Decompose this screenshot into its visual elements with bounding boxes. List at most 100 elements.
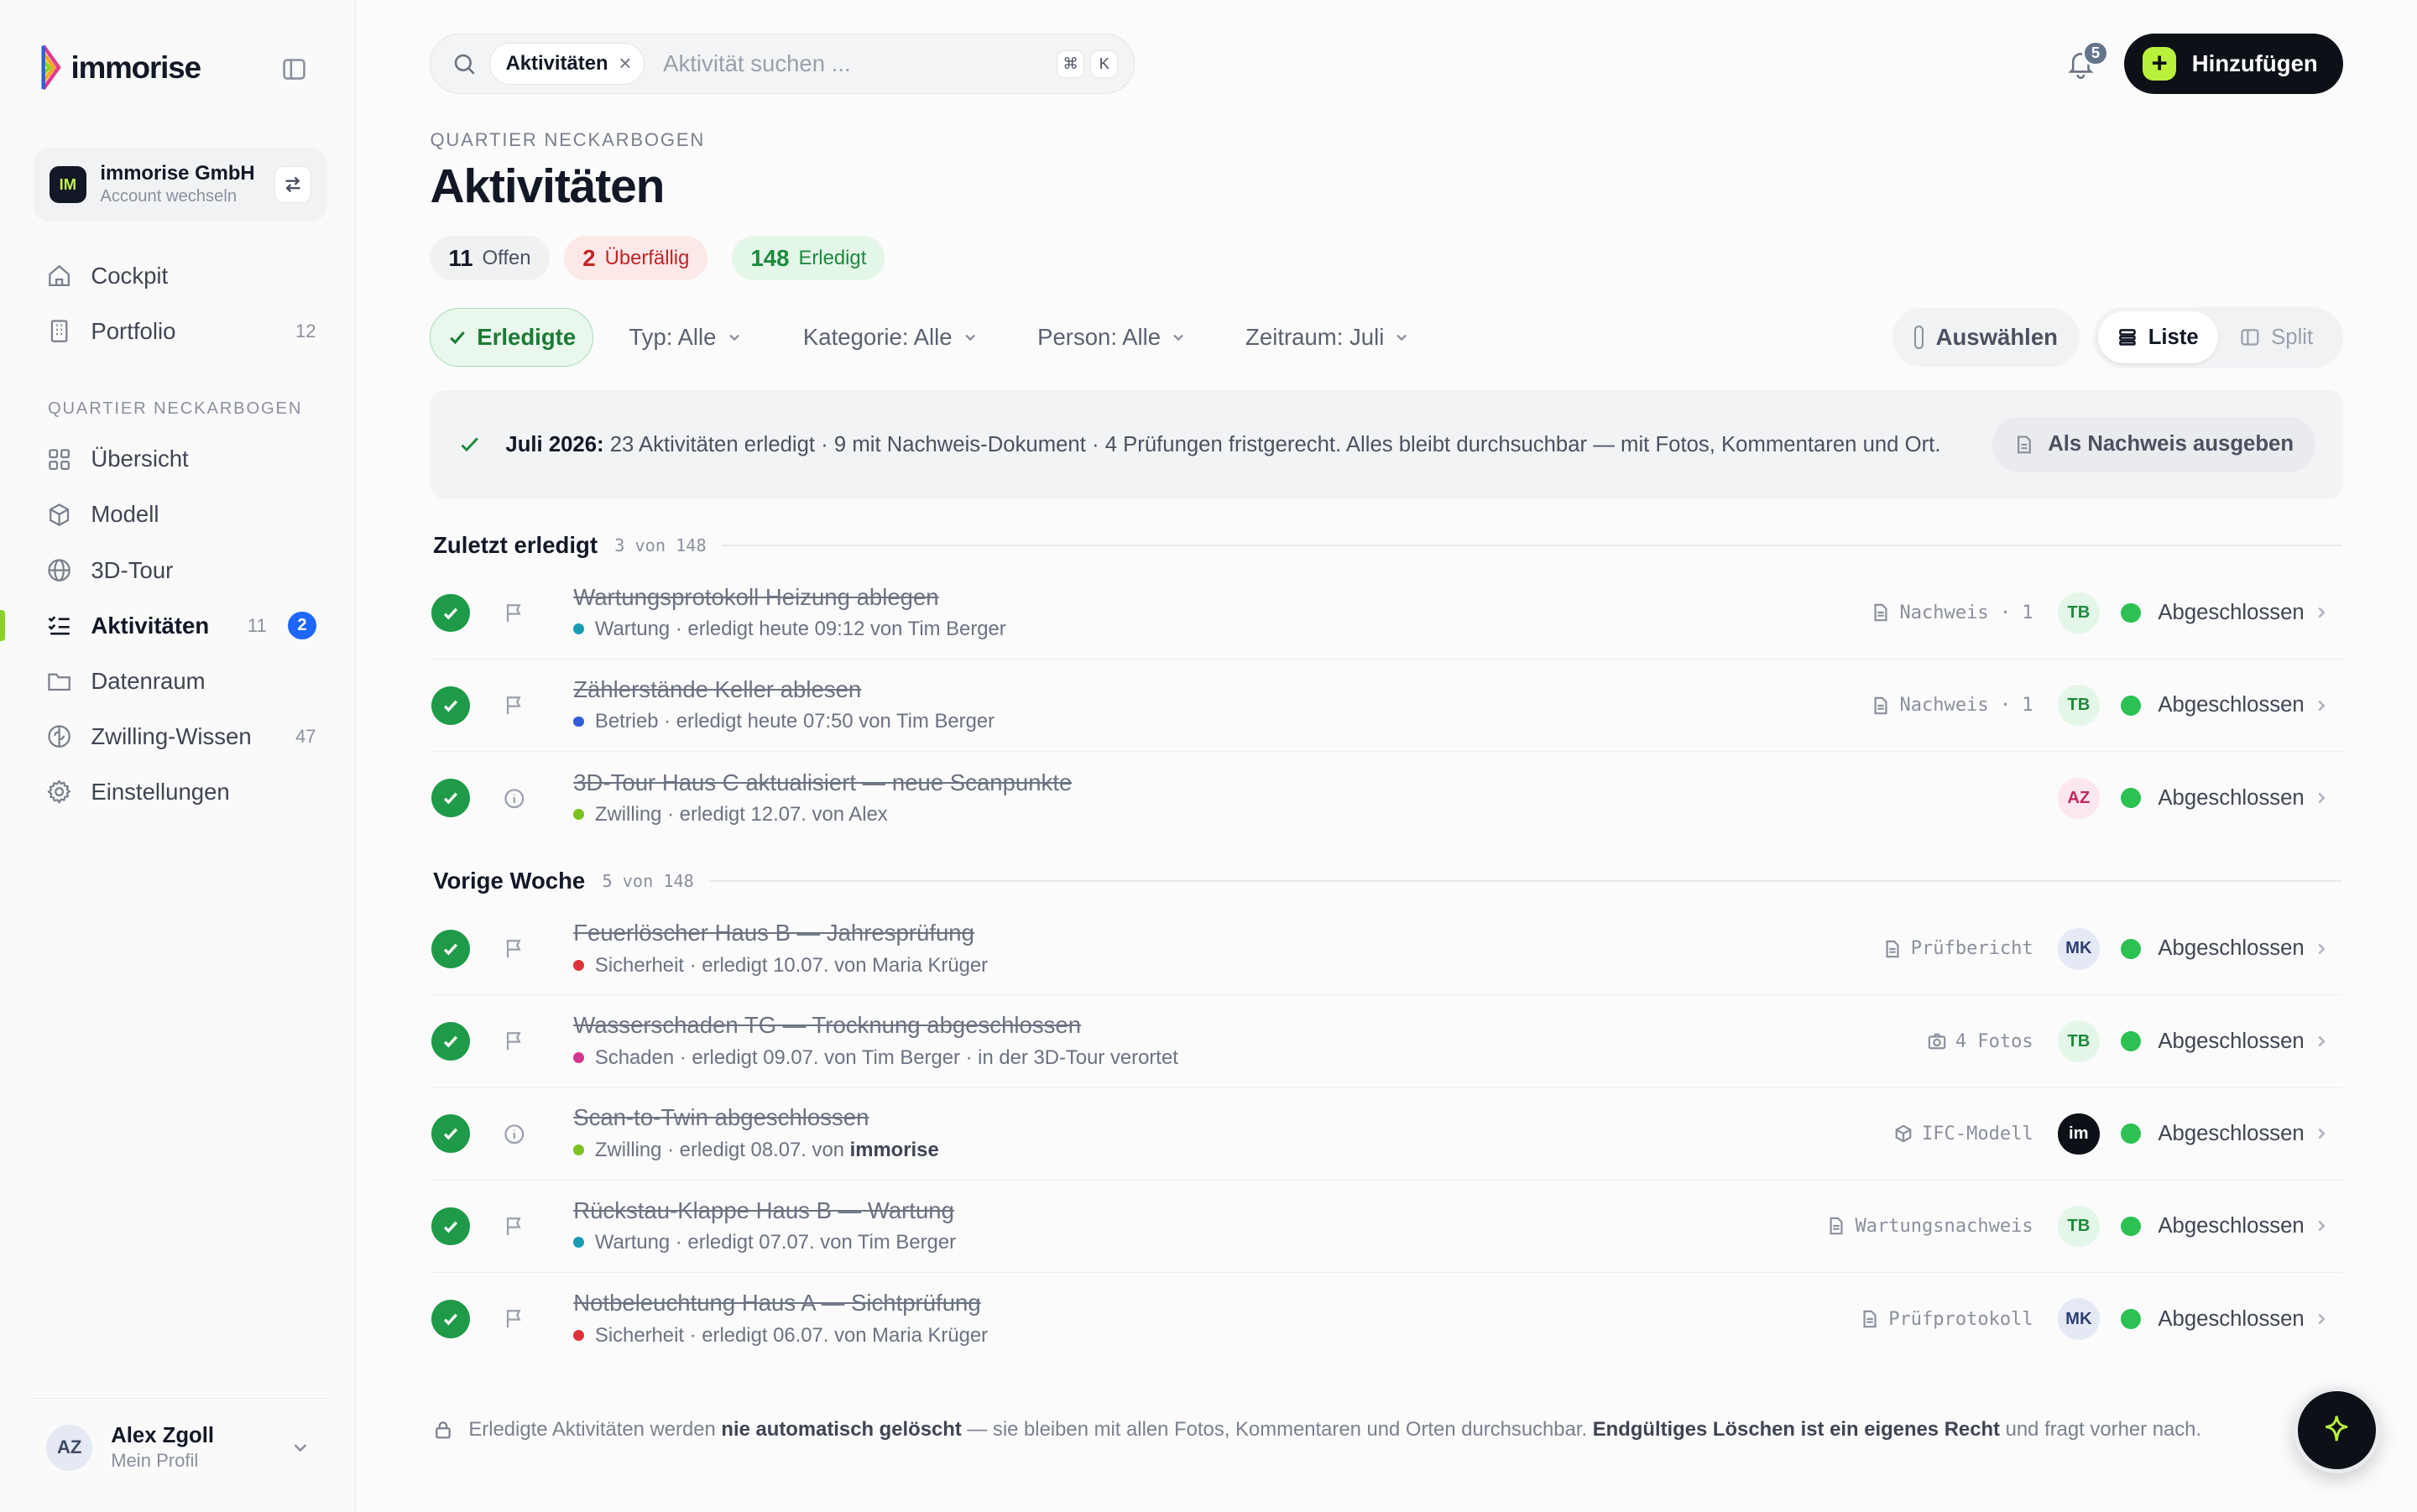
account-switcher[interactable]: IM immorise GmbH Account wechseln	[34, 148, 327, 222]
chevron-right-icon[interactable]	[2312, 603, 2331, 622]
completed-checkbox[interactable]	[431, 1114, 471, 1154]
stat-done[interactable]: 148 Erledigt	[732, 236, 885, 281]
status-badge[interactable]: Abgeschlossen	[2121, 1307, 2309, 1332]
sidebar-item-uebersicht[interactable]: Übersicht	[0, 431, 356, 487]
flag-icon[interactable]	[503, 1307, 526, 1331]
circle-icon	[1914, 326, 1924, 349]
assignee-avatar[interactable]: im	[2058, 1113, 2100, 1155]
sidebar-item-datenraum[interactable]: Datenraum	[0, 654, 356, 709]
document-icon	[1863, 1310, 1877, 1328]
select-button[interactable]: Auswählen	[1892, 308, 2080, 368]
brand-logo[interactable]: immorise	[40, 43, 201, 92]
folder-icon	[48, 673, 70, 691]
assistant-fab[interactable]	[2294, 1387, 2380, 1473]
search-input[interactable]	[663, 50, 1051, 78]
attachment[interactable]: 4 Fotos	[1928, 1031, 2033, 1052]
info-icon[interactable]	[503, 787, 526, 811]
chevron-right-icon[interactable]	[2312, 1124, 2331, 1143]
search-bar[interactable]: Aktivitäten × ⌘ K	[430, 34, 1135, 95]
status-badge[interactable]: Abgeschlossen	[2121, 786, 2309, 811]
filter-category-label: Kategorie: Alle	[802, 323, 953, 350]
chevron-right-icon[interactable]	[2312, 1310, 2331, 1328]
assignee-avatar[interactable]: MK	[2058, 1298, 2100, 1340]
chevron-down-icon	[728, 334, 739, 341]
view-list-label: Liste	[2148, 325, 2199, 349]
activity-row[interactable]: Rückstau-Klappe Haus B — Wartung Wartung …	[430, 1181, 2343, 1274]
attachment[interactable]: Nachweis · 1	[1871, 695, 2033, 716]
chevron-right-icon[interactable]	[2312, 1217, 2331, 1235]
assignee-avatar[interactable]: AZ	[2058, 777, 2100, 820]
flag-icon[interactable]	[503, 1030, 526, 1053]
search-scope-chip[interactable]: Aktivitäten ×	[489, 43, 645, 85]
profile-menu[interactable]: AZ Alex Zgoll Mein Profil	[30, 1397, 327, 1497]
completed-checkbox[interactable]	[431, 779, 471, 818]
stat-overdue[interactable]: 2 Überfällig	[564, 236, 708, 281]
row-category: Zwilling	[594, 803, 662, 826]
sidebar-item-modell[interactable]: Modell	[0, 487, 356, 542]
status-badge[interactable]: Abgeschlossen	[2121, 693, 2309, 717]
switch-account-button[interactable]	[274, 166, 312, 204]
status-badge[interactable]: Abgeschlossen	[2121, 601, 2309, 625]
filter-period[interactable]: Zeitraum: Juli	[1245, 324, 1411, 351]
completed-checkbox[interactable]	[431, 686, 471, 725]
chevron-right-icon[interactable]	[2312, 789, 2331, 807]
export-proof-button[interactable]: Als Nachweis ausgeben	[1992, 416, 2315, 472]
category-dot	[573, 1144, 585, 1155]
assignee-avatar[interactable]: TB	[2058, 592, 2100, 634]
filter-type[interactable]: Typ: Alle	[629, 324, 742, 351]
completed-checkbox[interactable]	[431, 1022, 471, 1061]
assignee-avatar[interactable]: TB	[2058, 1205, 2100, 1248]
activity-row[interactable]: 3D-Tour Haus C aktualisiert — neue Scanp…	[430, 752, 2342, 844]
account-name: immorise GmbH	[100, 161, 255, 185]
completed-checkbox[interactable]	[431, 1207, 471, 1246]
attachment[interactable]: IFC-Modell	[1894, 1124, 2033, 1144]
chevron-right-icon[interactable]	[2312, 696, 2331, 715]
status-label: Abgeschlossen	[2158, 1214, 2305, 1238]
sidebar-item-zwilling-wissen[interactable]: Zwilling-Wissen 47	[0, 709, 356, 764]
status-badge[interactable]: Abgeschlossen	[2121, 1214, 2309, 1238]
sidebar-item-aktivitaeten[interactable]: Aktivitäten 11 2	[0, 598, 356, 654]
flag-icon[interactable]	[503, 1215, 526, 1238]
completed-checkbox[interactable]	[431, 593, 471, 633]
status-badge[interactable]: Abgeschlossen	[2121, 1030, 2309, 1054]
flag-icon[interactable]	[503, 694, 526, 717]
flag-icon[interactable]	[503, 937, 526, 961]
activity-row[interactable]: Wartungsprotokoll Heizung ablegen Wartung…	[430, 567, 2343, 660]
sidebar-item-portfolio[interactable]: Portfolio 12	[0, 304, 356, 359]
filter-done-toggle[interactable]: Erledigte	[430, 308, 594, 368]
completed-checkbox[interactable]	[431, 929, 471, 968]
assignee-avatar[interactable]: MK	[2058, 928, 2100, 970]
filter-person[interactable]: Person: Alle	[1037, 324, 1187, 351]
sidebar-item-3d-tour[interactable]: 3D-Tour	[0, 542, 356, 597]
add-button[interactable]: + Hinzufügen	[2123, 34, 2343, 95]
attachment[interactable]: Wartungsnachweis	[1827, 1216, 2033, 1237]
close-icon[interactable]: ×	[619, 52, 631, 76]
status-badge[interactable]: Abgeschlossen	[2121, 936, 2309, 961]
attachment[interactable]: Prüfbericht	[1883, 938, 2033, 959]
stat-open[interactable]: 11 Offen	[430, 236, 550, 281]
chevron-right-icon[interactable]	[2312, 1032, 2331, 1051]
brand-name: immorise	[70, 50, 201, 85]
chevron-down-icon	[294, 1444, 307, 1452]
activity-row[interactable]: Notbeleuchtung Haus A — Sichtprüfung Sich…	[430, 1273, 2342, 1365]
activity-row[interactable]: Feuerlöscher Haus B — Jahresprüfung Siche…	[430, 903, 2343, 996]
activity-row[interactable]: Scan-to-Twin abgeschlossen Zwilling · erl…	[430, 1088, 2343, 1181]
status-badge[interactable]: Abgeschlossen	[2121, 1122, 2309, 1146]
info-icon[interactable]	[503, 1123, 526, 1146]
attachment[interactable]: Nachweis · 1	[1871, 602, 2033, 623]
view-list-button[interactable]: Liste	[2097, 311, 2218, 364]
activity-row[interactable]: Zählerstände Keller ablesen Betrieb · erl…	[430, 660, 2343, 753]
flag-icon[interactable]	[503, 602, 526, 625]
completed-checkbox[interactable]	[431, 1300, 471, 1339]
status-dot	[2121, 1216, 2142, 1237]
chevron-right-icon[interactable]	[2312, 940, 2331, 958]
assignee-avatar[interactable]: TB	[2058, 1020, 2100, 1062]
sidebar-item-einstellungen[interactable]: Einstellungen	[0, 764, 356, 820]
activity-row[interactable]: Wasserschaden TG — Trocknung abgeschloss…	[430, 996, 2343, 1088]
assignee-avatar[interactable]: TB	[2058, 684, 2100, 727]
view-split-button[interactable]: Split	[2218, 311, 2336, 363]
sidebar-toggle-icon[interactable]	[280, 55, 308, 83]
sidebar-item-cockpit[interactable]: Cockpit	[0, 248, 356, 304]
attachment[interactable]: Prüfprotokoll	[1861, 1309, 2033, 1330]
filter-category[interactable]: Kategorie: Alle	[803, 324, 979, 351]
